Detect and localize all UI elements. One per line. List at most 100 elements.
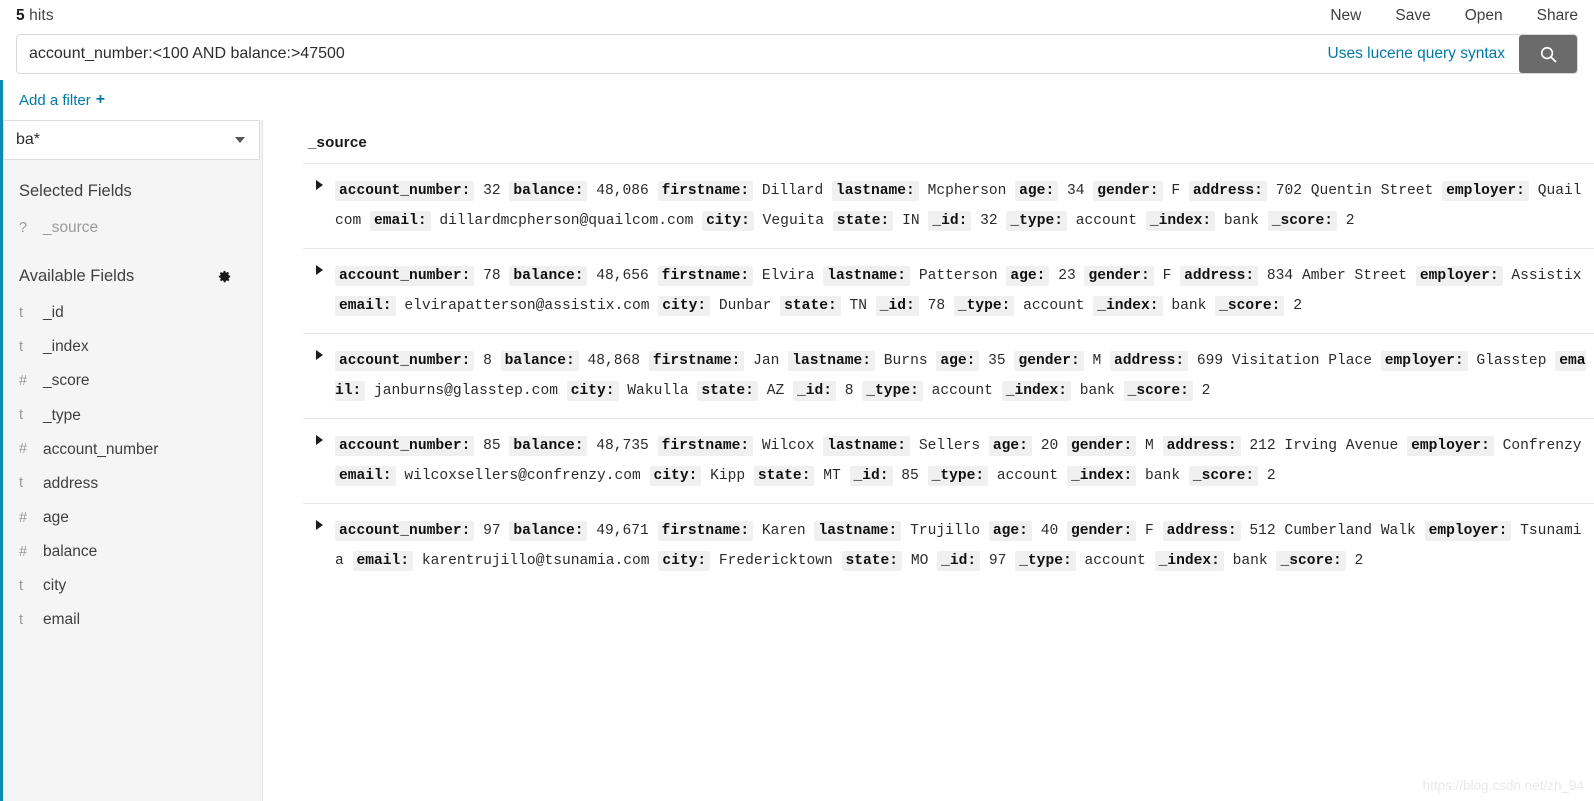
expand-row-button[interactable]: [303, 176, 335, 190]
nav-share-button[interactable]: Share: [1520, 5, 1578, 27]
field-key: account_number:: [335, 266, 475, 286]
watermark-text: https://blog.csdn.net/zh_94: [1422, 778, 1584, 793]
field-key: state:: [753, 466, 815, 486]
field-sidebar: ba* Selected Fields ? _source Available …: [3, 120, 263, 801]
field-value: 97: [988, 553, 1007, 569]
index-pattern-selector-wrap: ba*: [3, 120, 262, 160]
document-table-panel: _source account_number: 32 balance: 48,0…: [263, 120, 1594, 801]
field-key: firstname:: [657, 436, 754, 456]
field-key: account_number:: [335, 521, 475, 541]
expand-row-button[interactable]: [303, 431, 335, 445]
table-row: account_number: 97 balance: 49,671 first…: [303, 504, 1594, 588]
field-value: account: [1084, 553, 1146, 569]
lucene-syntax-link[interactable]: Uses lucene query syntax: [1320, 35, 1519, 73]
expand-row-button[interactable]: [303, 346, 335, 360]
search-icon: [1539, 45, 1558, 64]
field-value: account: [1023, 298, 1085, 314]
add-filter-button[interactable]: Add a filter +: [19, 91, 105, 109]
field-value: TN: [849, 298, 867, 314]
field-type-icon-string: t: [19, 612, 24, 629]
field-item-balance[interactable]: # balance: [3, 535, 262, 569]
field-type-icon-number: #: [19, 509, 28, 526]
nav-save-button[interactable]: Save: [1378, 5, 1447, 27]
field-value: bank: [1145, 468, 1181, 484]
field-key: gender:: [1084, 266, 1154, 286]
field-item-address[interactable]: t address: [3, 467, 262, 501]
triangle-right-icon: [315, 350, 323, 360]
field-item-_id[interactable]: t _id: [3, 296, 262, 330]
field-key: age:: [988, 436, 1032, 456]
field-key: lastname:: [823, 266, 911, 286]
triangle-right-icon: [315, 435, 323, 445]
column-header-source[interactable]: _source: [303, 120, 1594, 164]
expand-row-button[interactable]: [303, 261, 335, 275]
field-key: gender:: [1014, 351, 1084, 371]
nav-open-button[interactable]: Open: [1448, 5, 1520, 27]
field-value: Mcpherson: [927, 183, 1007, 199]
table-row: account_number: 32 balance: 48,086 first…: [303, 164, 1594, 249]
nav-new-button[interactable]: New: [1313, 5, 1378, 27]
expand-row-button[interactable]: [303, 516, 335, 530]
kibana-discover-app: 5 hits New Save Open Share Uses lucene q…: [0, 0, 1594, 801]
search-input[interactable]: [17, 35, 1320, 73]
field-key: balance:: [509, 266, 588, 286]
field-name-label: _type: [43, 406, 81, 424]
field-value: 48,656: [596, 268, 649, 284]
field-type-icon-string: t: [19, 407, 24, 424]
field-item-account_number[interactable]: # account_number: [3, 433, 262, 467]
field-key: city:: [566, 381, 619, 401]
field-key: email:: [335, 296, 396, 316]
field-name-label: _index: [43, 338, 89, 356]
field-value: 78: [927, 298, 946, 314]
field-value: account: [996, 468, 1059, 484]
field-value: AZ: [766, 383, 785, 399]
field-item-_type[interactable]: t _type: [3, 399, 262, 433]
field-key: state:: [841, 551, 903, 571]
field-type-icon-unknown: ?: [19, 219, 28, 236]
document-rows: account_number: 32 balance: 48,086 first…: [303, 164, 1594, 588]
field-value: Elvira: [761, 268, 815, 284]
field-key: _type:: [1015, 551, 1076, 571]
gear-icon[interactable]: [217, 269, 232, 284]
field-key: employer:: [1415, 266, 1503, 286]
field-key: balance:: [509, 181, 588, 201]
field-key: _score:: [1267, 211, 1337, 231]
field-value: 34: [1066, 183, 1085, 199]
field-key: _type:: [927, 466, 989, 486]
chevron-down-icon: [235, 137, 245, 143]
field-value: Trujillo: [910, 523, 981, 539]
field-key: state:: [780, 296, 841, 316]
field-value: 48,086: [596, 183, 649, 199]
field-key: account_number:: [335, 181, 475, 201]
field-key: _id:: [792, 381, 836, 401]
field-value: 40: [1040, 523, 1059, 539]
field-value: M: [1145, 438, 1154, 454]
source-cell: account_number: 8 balance: 48,868 firstn…: [335, 346, 1594, 406]
field-item-_index[interactable]: t _index: [3, 330, 262, 364]
document-table: _source account_number: 32 balance: 48,0…: [303, 120, 1594, 588]
field-name-label: age: [43, 508, 69, 526]
field-value: account: [931, 383, 993, 399]
field-value: Dillard: [761, 183, 824, 199]
field-value: Dunbar: [718, 298, 772, 314]
field-item-city[interactable]: t city: [3, 569, 262, 603]
field-value: 2: [1293, 298, 1302, 314]
query-bar-container: Uses lucene query syntax: [0, 32, 1594, 80]
field-item-email[interactable]: t email: [3, 603, 262, 637]
field-item-_score[interactable]: # _score: [3, 364, 262, 398]
field-key: _index:: [1093, 296, 1163, 316]
index-pattern-select[interactable]: ba*: [3, 120, 260, 160]
plus-icon: +: [95, 91, 106, 108]
search-submit-button[interactable]: [1519, 35, 1577, 73]
field-name-label: balance: [43, 543, 98, 561]
field-value: F: [1171, 183, 1181, 199]
field-value: Kipp: [710, 468, 746, 484]
field-item-source[interactable]: ? _source: [3, 211, 262, 245]
field-key: firstname:: [648, 351, 745, 371]
field-value: account: [1075, 213, 1138, 229]
field-item-age[interactable]: # age: [3, 501, 262, 535]
field-name-label: _source: [43, 219, 99, 236]
field-value: 48,868: [587, 353, 641, 369]
field-value: Jan: [753, 353, 780, 369]
field-key: _id:: [937, 551, 981, 571]
